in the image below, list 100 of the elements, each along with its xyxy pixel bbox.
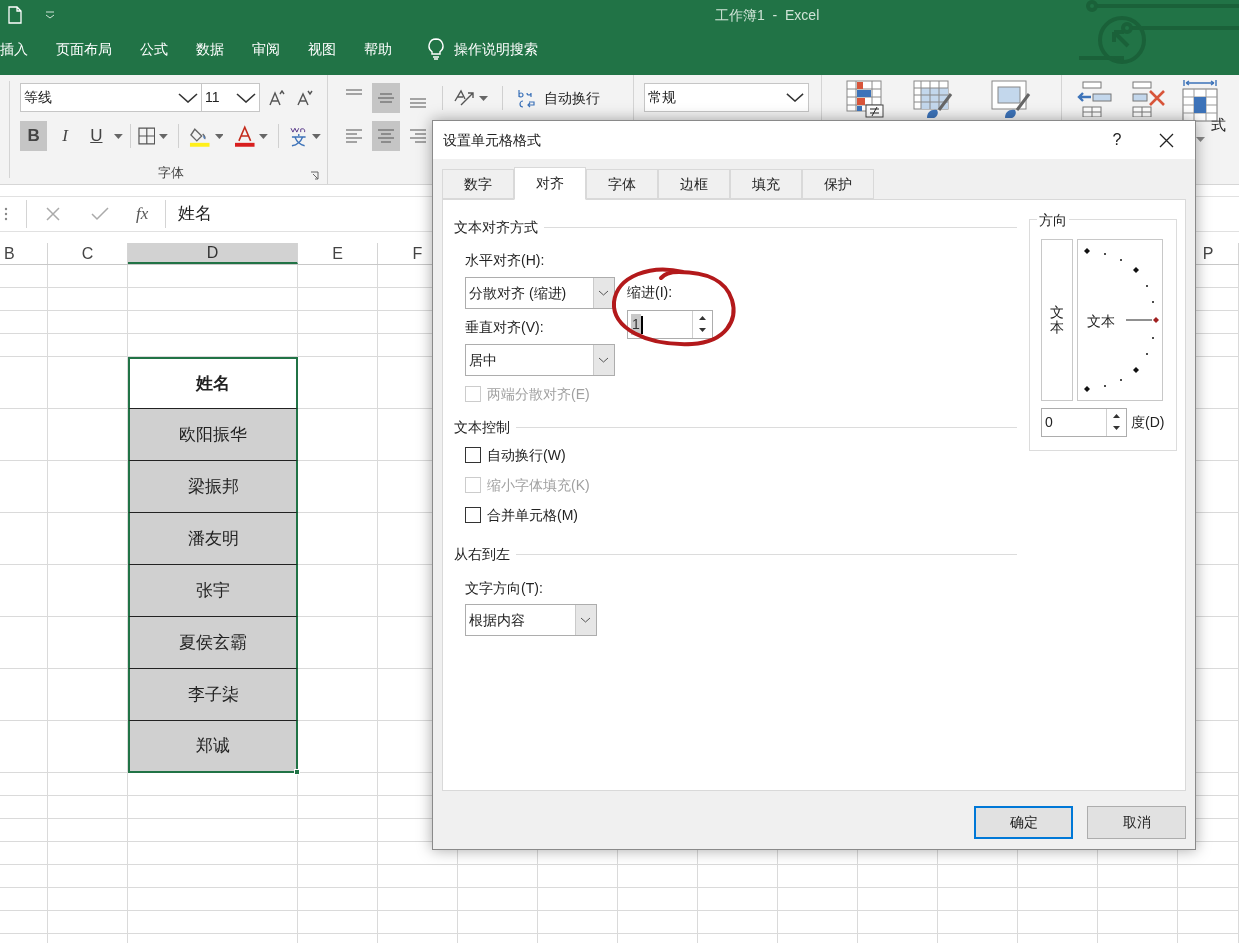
table-cell[interactable]: 郑诚	[128, 721, 298, 773]
sheet-cell[interactable]	[938, 911, 1018, 934]
column-header[interactable]: D	[128, 243, 298, 264]
sheet-cell[interactable]	[298, 265, 378, 288]
grow-font-icon[interactable]	[269, 89, 285, 106]
fill-handle[interactable]	[294, 769, 300, 775]
sheet-cell[interactable]	[298, 796, 378, 819]
drag-handle-icon[interactable]	[4, 206, 8, 222]
horizontal-align-button[interactable]	[372, 121, 400, 151]
sheet-cell[interactable]	[298, 334, 378, 357]
sheet-cell[interactable]	[0, 288, 48, 311]
sheet-cell[interactable]	[298, 409, 378, 461]
sheet-cell[interactable]	[858, 865, 938, 888]
font-style-button[interactable]: B	[20, 121, 48, 151]
sheet-cell[interactable]	[48, 888, 128, 911]
sheet-cell[interactable]	[698, 911, 778, 934]
cell-styles-icon[interactable]	[991, 80, 1031, 120]
sheet-cell[interactable]	[298, 513, 378, 565]
format-as-table-icon[interactable]	[913, 80, 953, 120]
caret-icon[interactable]	[214, 133, 224, 139]
sheet-cell[interactable]	[0, 311, 48, 334]
table-cell[interactable]: 夏侯玄霸	[128, 617, 298, 669]
sheet-cell[interactable]	[298, 819, 378, 842]
sheet-cell[interactable]	[618, 911, 698, 934]
sheet-cell[interactable]	[0, 565, 48, 617]
vertical-text-button[interactable]: 文本	[1041, 239, 1073, 401]
sheet-cell[interactable]	[298, 617, 378, 669]
sheet-cell[interactable]	[0, 773, 48, 796]
borders-icon[interactable]	[137, 127, 156, 145]
number-format-dropdown[interactable]: 常规	[644, 83, 809, 112]
sheet-cell[interactable]	[298, 865, 378, 888]
sheet-cell[interactable]	[1018, 911, 1098, 934]
sheet-cell[interactable]	[0, 461, 48, 513]
column-header[interactable]: B	[0, 243, 48, 264]
sheet-cell[interactable]	[1178, 911, 1239, 934]
sheet-cell[interactable]	[0, 911, 48, 934]
sheet-cell[interactable]	[128, 911, 298, 934]
sheet-cell[interactable]	[0, 265, 48, 288]
horizontal-align-dropdown[interactable]: 分散对齐 (缩进)	[465, 277, 615, 309]
tell-me-search[interactable]: 操作说明搜索	[454, 38, 538, 60]
sheet-cell[interactable]	[48, 911, 128, 934]
indent-field[interactable]: 1	[627, 310, 713, 339]
caret-icon[interactable]	[114, 133, 123, 139]
insert-cells-icon[interactable]	[1077, 81, 1113, 117]
dialog-tab[interactable]: 保护	[802, 169, 874, 199]
table-cell[interactable]: 梁振邦	[128, 461, 298, 513]
dialog-tab[interactable]: 填充	[730, 169, 802, 199]
sheet-cell[interactable]	[48, 288, 128, 311]
sheet-cell[interactable]	[1178, 865, 1239, 888]
sheet-cell[interactable]	[458, 865, 538, 888]
wrap-text-button[interactable]: 自动换行	[544, 87, 600, 109]
checkbox[interactable]	[465, 447, 481, 463]
sheet-cell[interactable]	[298, 842, 378, 865]
caret-icon[interactable]	[159, 133, 169, 139]
sheet-cell[interactable]	[48, 265, 128, 288]
wrap-text-icon[interactable]	[517, 87, 537, 109]
orientation-dial[interactable]: 文本	[1077, 239, 1163, 401]
dialog-button[interactable]: 确定	[974, 806, 1073, 839]
sheet-cell[interactable]	[48, 796, 128, 819]
sheet-cell[interactable]	[538, 888, 618, 911]
sheet-cell[interactable]	[128, 865, 298, 888]
ribbon-tab[interactable]: 审阅	[252, 38, 280, 60]
ribbon-tab[interactable]: 页面布局	[56, 38, 112, 60]
sheet-cell[interactable]	[128, 773, 298, 796]
lightbulb-icon[interactable]	[428, 38, 444, 60]
caret-icon[interactable]	[312, 133, 321, 139]
sheet-cell[interactable]	[48, 334, 128, 357]
sheet-cell[interactable]	[0, 669, 48, 721]
sheet-cell[interactable]	[298, 721, 378, 773]
sheet-cell[interactable]	[298, 565, 378, 617]
sheet-cell[interactable]	[48, 842, 128, 865]
sheet-cell[interactable]	[128, 265, 298, 288]
chevron-icon[interactable]	[786, 93, 804, 102]
new-file-icon[interactable]	[8, 6, 22, 24]
table-cell[interactable]: 潘友明	[128, 513, 298, 565]
sheet-cell[interactable]	[0, 721, 48, 773]
sheet-cell[interactable]	[48, 311, 128, 334]
sheet-cell[interactable]	[298, 357, 378, 409]
ribbon-tab[interactable]: 视图	[308, 38, 336, 60]
sheet-cell[interactable]	[298, 911, 378, 934]
sheet-cell[interactable]	[298, 311, 378, 334]
fill-color-icon[interactable]	[189, 125, 211, 147]
sheet-cell[interactable]	[0, 617, 48, 669]
sheet-cell[interactable]	[128, 288, 298, 311]
dialog-button[interactable]: 取消	[1087, 806, 1186, 839]
chevron-icon[interactable]	[178, 92, 198, 103]
sheet-cell[interactable]	[778, 911, 858, 934]
caret-icon[interactable]	[479, 95, 488, 101]
format-label[interactable]: 式	[1211, 114, 1226, 137]
sheet-cell[interactable]	[378, 911, 458, 934]
ribbon-tab[interactable]: 数据	[196, 38, 224, 60]
sheet-cell[interactable]	[778, 865, 858, 888]
font-color-icon[interactable]	[235, 125, 255, 147]
sheet-cell[interactable]	[858, 888, 938, 911]
dialog-tab[interactable]: 数字	[442, 169, 514, 199]
sheet-cell[interactable]	[0, 796, 48, 819]
insert-function-button[interactable]: fx	[136, 201, 149, 227]
conditional-formatting-icon[interactable]	[846, 80, 884, 118]
enter-check-icon[interactable]	[91, 207, 109, 221]
dialog-tab[interactable]: 字体	[586, 169, 658, 199]
